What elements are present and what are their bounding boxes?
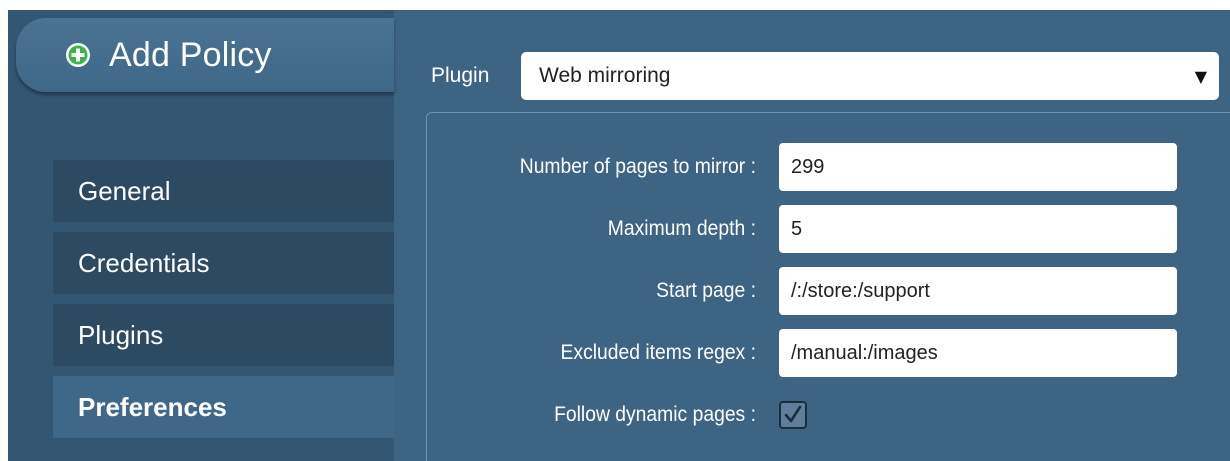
excluded-input[interactable] bbox=[779, 329, 1177, 377]
depth-input[interactable] bbox=[779, 205, 1177, 253]
policy-window: Add Policy General Credentials Plugins P… bbox=[8, 10, 1230, 461]
sidebar-item-label: General bbox=[78, 175, 171, 206]
start-page-input[interactable] bbox=[779, 267, 1177, 315]
pages-input[interactable] bbox=[779, 143, 1177, 191]
plugin-label: Plugin bbox=[431, 64, 490, 87]
sidebar-item-preferences[interactable]: Preferences bbox=[53, 376, 394, 438]
start-page-label: Start page : bbox=[656, 279, 756, 302]
excluded-row: Excluded items regex : bbox=[427, 329, 1177, 377]
sidebar-item-label: Credentials bbox=[78, 247, 210, 278]
excluded-label: Excluded items regex : bbox=[560, 341, 756, 364]
add-policy-header[interactable]: Add Policy bbox=[16, 18, 394, 92]
sidebar: Add Policy General Credentials Plugins P… bbox=[8, 10, 394, 461]
checkmark-icon bbox=[784, 405, 802, 423]
add-policy-title: Add Policy bbox=[109, 35, 272, 74]
dynamic-pages-checkbox[interactable] bbox=[779, 401, 807, 429]
dropdown-arrow-icon: ▼ bbox=[1194, 67, 1207, 86]
sidebar-item-label: Plugins bbox=[78, 319, 164, 350]
dynamic-row: Follow dynamic pages : bbox=[427, 391, 807, 439]
plugin-row: Plugin Web mirroring ▼ bbox=[431, 52, 1219, 100]
preferences-form: Number of pages to mirror : Maximum dept… bbox=[426, 112, 1230, 461]
plugin-select[interactable]: Web mirroring ▼ bbox=[521, 52, 1219, 100]
depth-label: Maximum depth : bbox=[607, 217, 756, 240]
sidebar-item-credentials[interactable]: Credentials bbox=[53, 232, 394, 294]
start-page-row: Start page : bbox=[427, 267, 1177, 315]
plus-circle-icon bbox=[66, 43, 90, 67]
depth-row: Maximum depth : bbox=[427, 205, 1177, 253]
plugin-selected-value: Web mirroring bbox=[539, 64, 671, 87]
sidebar-item-plugins[interactable]: Plugins bbox=[53, 304, 394, 366]
sidebar-nav: General Credentials Plugins Preferences bbox=[53, 160, 394, 448]
pages-label: Number of pages to mirror : bbox=[519, 155, 756, 178]
sidebar-item-general[interactable]: General bbox=[53, 160, 394, 222]
sidebar-item-label: Preferences bbox=[78, 391, 227, 422]
dynamic-label: Follow dynamic pages : bbox=[554, 403, 756, 426]
pages-row: Number of pages to mirror : bbox=[427, 143, 1177, 191]
